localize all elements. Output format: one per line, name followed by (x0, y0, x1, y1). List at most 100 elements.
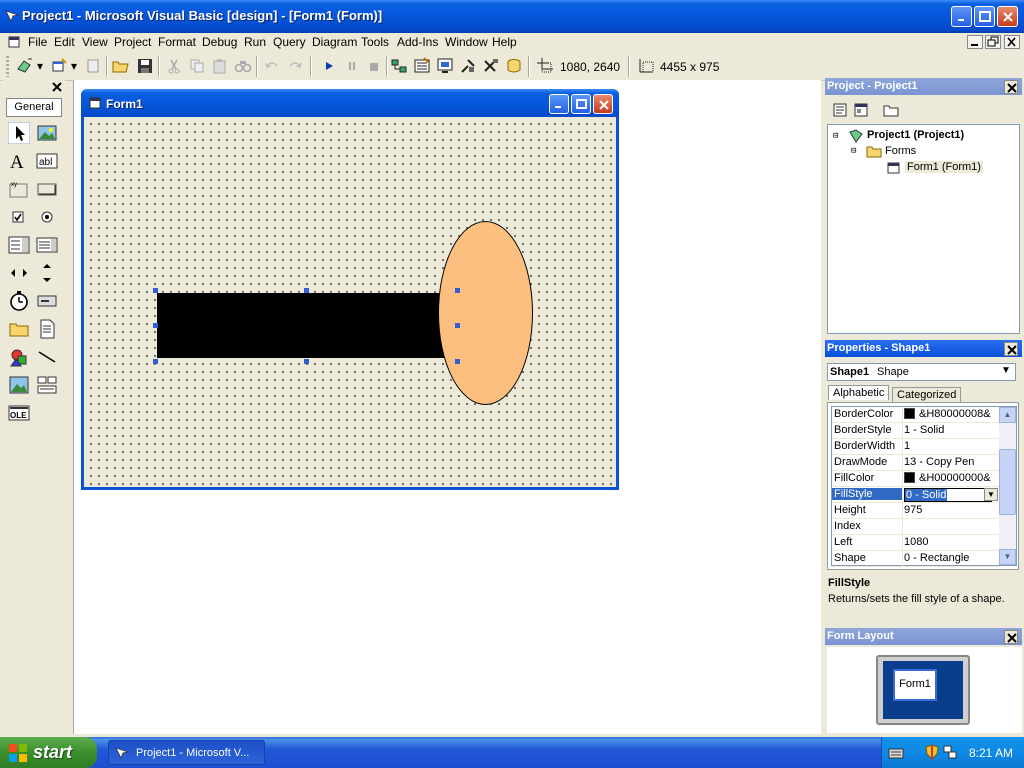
property-row-drawmode[interactable]: DrawMode 13 - Copy Pen (832, 455, 1000, 471)
scrollbar-thumb[interactable] (999, 449, 1016, 515)
undo-icon[interactable] (263, 57, 281, 75)
resize-handle[interactable] (153, 323, 158, 328)
toolbox-icon[interactable] (482, 57, 500, 75)
tab-alphabetic[interactable]: Alphabetic (828, 385, 890, 400)
dropdown-arrow-icon[interactable]: ▾ (71, 59, 77, 73)
copy-icon[interactable] (188, 57, 206, 75)
tree-forms-folder[interactable]: Forms (885, 145, 916, 157)
toggle-folders-icon[interactable] (883, 102, 899, 118)
tree-collapse-icon[interactable]: ⊟ (851, 146, 856, 156)
pointer-icon[interactable] (8, 122, 30, 144)
menu-editor-icon[interactable] (84, 57, 102, 75)
start-button[interactable]: start (0, 737, 97, 768)
menu-diagram[interactable]: Diagram (312, 35, 357, 49)
chevron-down-icon[interactable]: ▼ (984, 488, 998, 501)
security-shield-icon[interactable] (924, 744, 940, 760)
redo-icon[interactable] (286, 57, 304, 75)
form-minimize-button[interactable] (549, 94, 569, 114)
view-code-icon[interactable] (832, 102, 848, 118)
clock[interactable]: 8:21 AM (969, 746, 1013, 760)
paste-icon[interactable] (211, 57, 229, 75)
form-close-button[interactable] (593, 94, 613, 114)
properties-panel-close-button[interactable] (1004, 342, 1018, 356)
menu-window[interactable]: Window (445, 35, 488, 49)
property-row-index[interactable]: Index (832, 519, 1000, 535)
form1-designer-window[interactable]: Form1 (81, 89, 619, 490)
menu-help[interactable]: Help (492, 35, 517, 49)
dirlistbox-icon[interactable] (8, 318, 30, 340)
resize-handle[interactable] (153, 288, 158, 293)
vb-app-icon[interactable] (5, 9, 19, 23)
scroll-down-icon[interactable]: ▼ (999, 549, 1016, 565)
break-icon[interactable] (343, 57, 361, 75)
menu-query[interactable]: Query (273, 35, 306, 49)
find-icon[interactable] (234, 57, 252, 75)
end-icon[interactable] (365, 57, 383, 75)
maximize-button[interactable] (974, 6, 995, 27)
chevron-down-icon[interactable]: ▼ (1001, 365, 1011, 376)
vscrollbar-icon[interactable] (36, 262, 58, 284)
view-object-icon[interactable] (853, 102, 869, 118)
property-row-fillstyle[interactable]: FillStyle 0 - Solid ▼ (832, 487, 1000, 503)
form-layout-close-button[interactable] (1004, 630, 1018, 644)
property-grid-scrollbar[interactable]: ▲ ▼ (999, 407, 1016, 565)
resize-handle[interactable] (455, 323, 460, 328)
resize-handle[interactable] (304, 359, 309, 364)
network-icon[interactable] (942, 744, 958, 760)
menu-debug[interactable]: Debug (202, 35, 237, 49)
property-row-height[interactable]: Height 975 (832, 503, 1000, 519)
timer-icon[interactable] (8, 290, 30, 312)
tree-project1[interactable]: Project1 (Project1) (867, 129, 964, 141)
property-value-editor[interactable]: 0 - Solid (905, 489, 948, 501)
tab-categorized[interactable]: Categorized (892, 387, 962, 402)
property-row-borderstyle[interactable]: BorderStyle 1 - Solid (832, 423, 1000, 439)
form-mdi-icon[interactable] (8, 36, 20, 48)
project-panel-close-button[interactable] (1004, 80, 1018, 94)
picturebox-icon[interactable] (36, 122, 58, 144)
drivelistbox-icon[interactable] (36, 290, 58, 312)
mdi-restore-button[interactable] (985, 35, 1001, 49)
object-browser-icon[interactable] (459, 57, 477, 75)
data-control-icon[interactable] (36, 374, 58, 396)
cut-icon[interactable] (165, 57, 183, 75)
project-explorer-icon[interactable] (390, 57, 408, 75)
resize-handle[interactable] (304, 288, 309, 293)
property-row-bordercolor[interactable]: BorderColor &H80000008& (832, 407, 1000, 423)
menu-view[interactable]: View (82, 35, 108, 49)
menu-run[interactable]: Run (244, 35, 266, 49)
form1-layout-preview[interactable]: Form1 (893, 669, 937, 701)
scroll-up-icon[interactable]: ▲ (999, 407, 1016, 423)
tree-collapse-icon[interactable]: ⊟ (833, 131, 838, 141)
property-row-fillcolor[interactable]: FillColor &H00000000& (832, 471, 1000, 487)
label-icon[interactable]: A (8, 150, 30, 172)
open-folder-icon[interactable] (112, 57, 130, 75)
shape1-rectangle[interactable] (157, 293, 455, 358)
property-row-borderwidth[interactable]: BorderWidth 1 (832, 439, 1000, 455)
ole-icon[interactable]: OLE (8, 402, 30, 424)
menu-edit[interactable]: Edit (54, 35, 75, 49)
close-button[interactable] (997, 6, 1018, 27)
combobox-icon[interactable] (8, 234, 30, 256)
checkbox-icon[interactable] (8, 206, 30, 228)
form1-title-bar[interactable]: Form1 (81, 89, 619, 117)
toolbar-grip[interactable] (6, 56, 9, 77)
taskbar-item-project1[interactable]: Project1 - Microsoft V... (108, 740, 265, 765)
close-icon[interactable] (51, 81, 63, 93)
form-design-surface[interactable] (85, 118, 615, 486)
commandbutton-icon[interactable] (36, 178, 58, 200)
hscrollbar-icon[interactable] (8, 262, 30, 284)
minimize-button[interactable] (951, 6, 972, 27)
keyboard-icon[interactable] (888, 746, 904, 760)
frame-icon[interactable]: xy (8, 178, 30, 200)
menu-file[interactable]: File (28, 35, 47, 49)
form-maximize-button[interactable] (571, 94, 591, 114)
shape2-ellipse[interactable] (438, 221, 533, 405)
property-row-left[interactable]: Left 1080 (832, 535, 1000, 551)
mdi-close-button[interactable] (1004, 35, 1020, 49)
listbox-icon[interactable] (36, 234, 58, 256)
resize-handle[interactable] (153, 359, 158, 364)
save-icon[interactable] (136, 57, 154, 75)
properties-window-icon[interactable] (413, 57, 431, 75)
dropdown-arrow-icon[interactable]: ▾ (37, 59, 43, 73)
object-selector-combo[interactable]: Shape1 Shape ▼ (827, 363, 1016, 381)
